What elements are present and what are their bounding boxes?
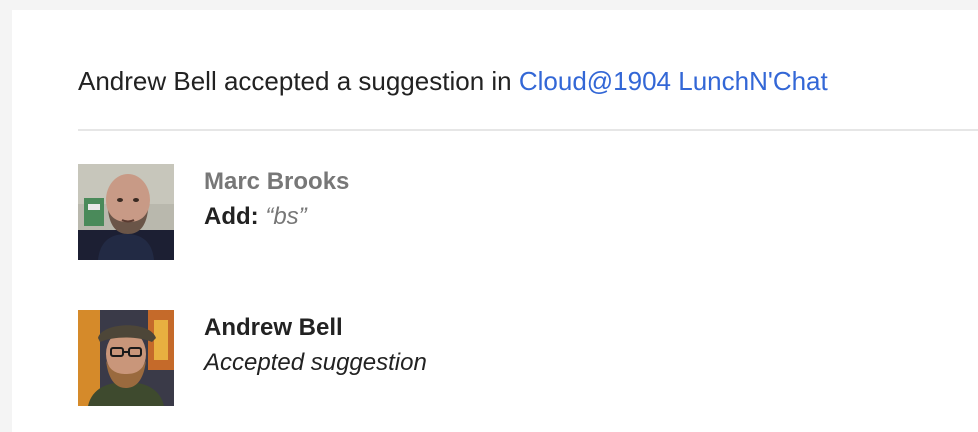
notification-card: Andrew Bell accepted a suggestion in Clo… <box>12 10 978 432</box>
divider <box>78 129 978 131</box>
avatar <box>78 310 174 406</box>
suggestion-label: Add: <box>204 203 259 230</box>
actor-name: Andrew Bell <box>78 66 217 96</box>
suggestion-entry: Marc Brooks Add: “bs” <box>78 164 958 260</box>
suggestion-author: Marc Brooks <box>204 168 350 195</box>
notification-headline: Andrew Bell accepted a suggestion in Clo… <box>78 66 828 96</box>
suggestion-detail: Add: “bs” <box>204 203 307 231</box>
acceptance-author: Andrew Bell <box>204 314 343 341</box>
avatar-andrew-bell-image <box>78 310 174 406</box>
acceptance-status: Accepted suggestion <box>204 349 427 376</box>
action-text: accepted a suggestion in <box>216 66 519 96</box>
acceptance-entry: Andrew Bell Accepted suggestion <box>78 310 958 406</box>
avatar-marc-brooks-image <box>78 164 174 260</box>
suggestion-content: “bs” <box>265 203 307 230</box>
avatar <box>78 164 174 260</box>
document-link[interactable]: Cloud@1904 LunchN'Chat <box>519 66 828 96</box>
